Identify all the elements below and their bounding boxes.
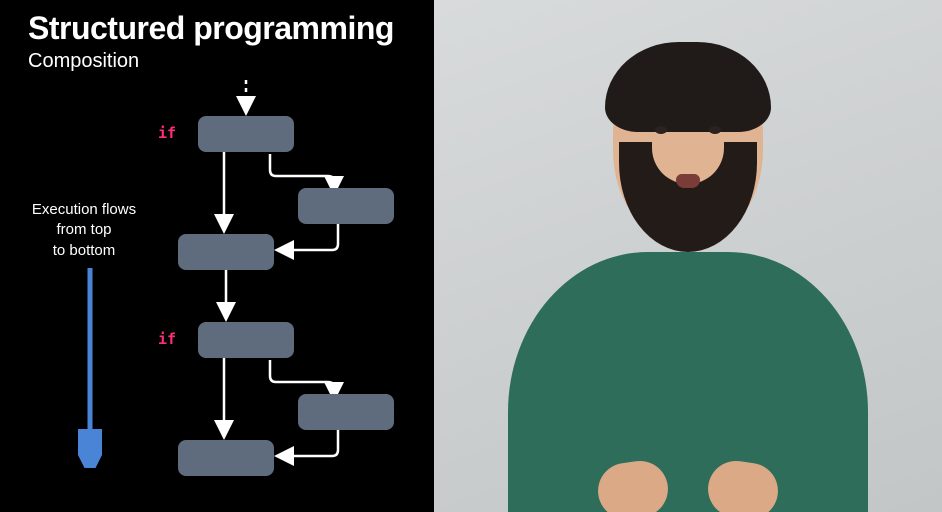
presenter-beard: [619, 142, 757, 252]
flow-box: [298, 394, 394, 430]
presenter-shirt: [508, 252, 868, 512]
flow-box: [178, 440, 274, 476]
presenter-head: [613, 56, 763, 246]
slide-subtitle: Composition: [28, 50, 139, 73]
connector-arrow-icon: [214, 152, 234, 232]
big-flow-arrow-icon: [78, 268, 102, 468]
presenter-eye: [709, 126, 721, 134]
flow-caption: Execution flows from top to bottom: [24, 200, 144, 261]
presenter-mouth: [676, 174, 700, 188]
flow-caption-line: to bottom: [53, 242, 116, 259]
flow-box: [298, 188, 394, 224]
flow-box: [178, 234, 274, 270]
presenter-figure: [478, 32, 898, 512]
if-keyword: if: [158, 124, 176, 142]
flow-box: [198, 322, 294, 358]
connector-arrow-icon: [276, 430, 346, 464]
presenter-brow: [703, 112, 733, 120]
connector-arrow-icon: [216, 270, 236, 320]
presenter-video: [434, 0, 942, 512]
presenter-eye: [655, 126, 667, 134]
presenter-brow: [643, 112, 673, 120]
connector-arrow-icon: [214, 358, 234, 438]
flow-caption-line: from top: [56, 221, 111, 238]
flow-caption-line: Execution flows: [32, 201, 136, 218]
if-keyword: if: [158, 330, 176, 348]
connector-arrow-icon: [276, 224, 346, 258]
connector-arrow-icon: [270, 152, 350, 192]
slide-panel: Structured programming Composition Execu…: [0, 0, 434, 512]
flow-box: [198, 116, 294, 152]
slide-title: Structured programming: [28, 10, 394, 47]
entry-arrow-icon: [236, 80, 256, 114]
presenter-hair: [605, 42, 771, 132]
connector-arrow-icon: [270, 358, 350, 398]
